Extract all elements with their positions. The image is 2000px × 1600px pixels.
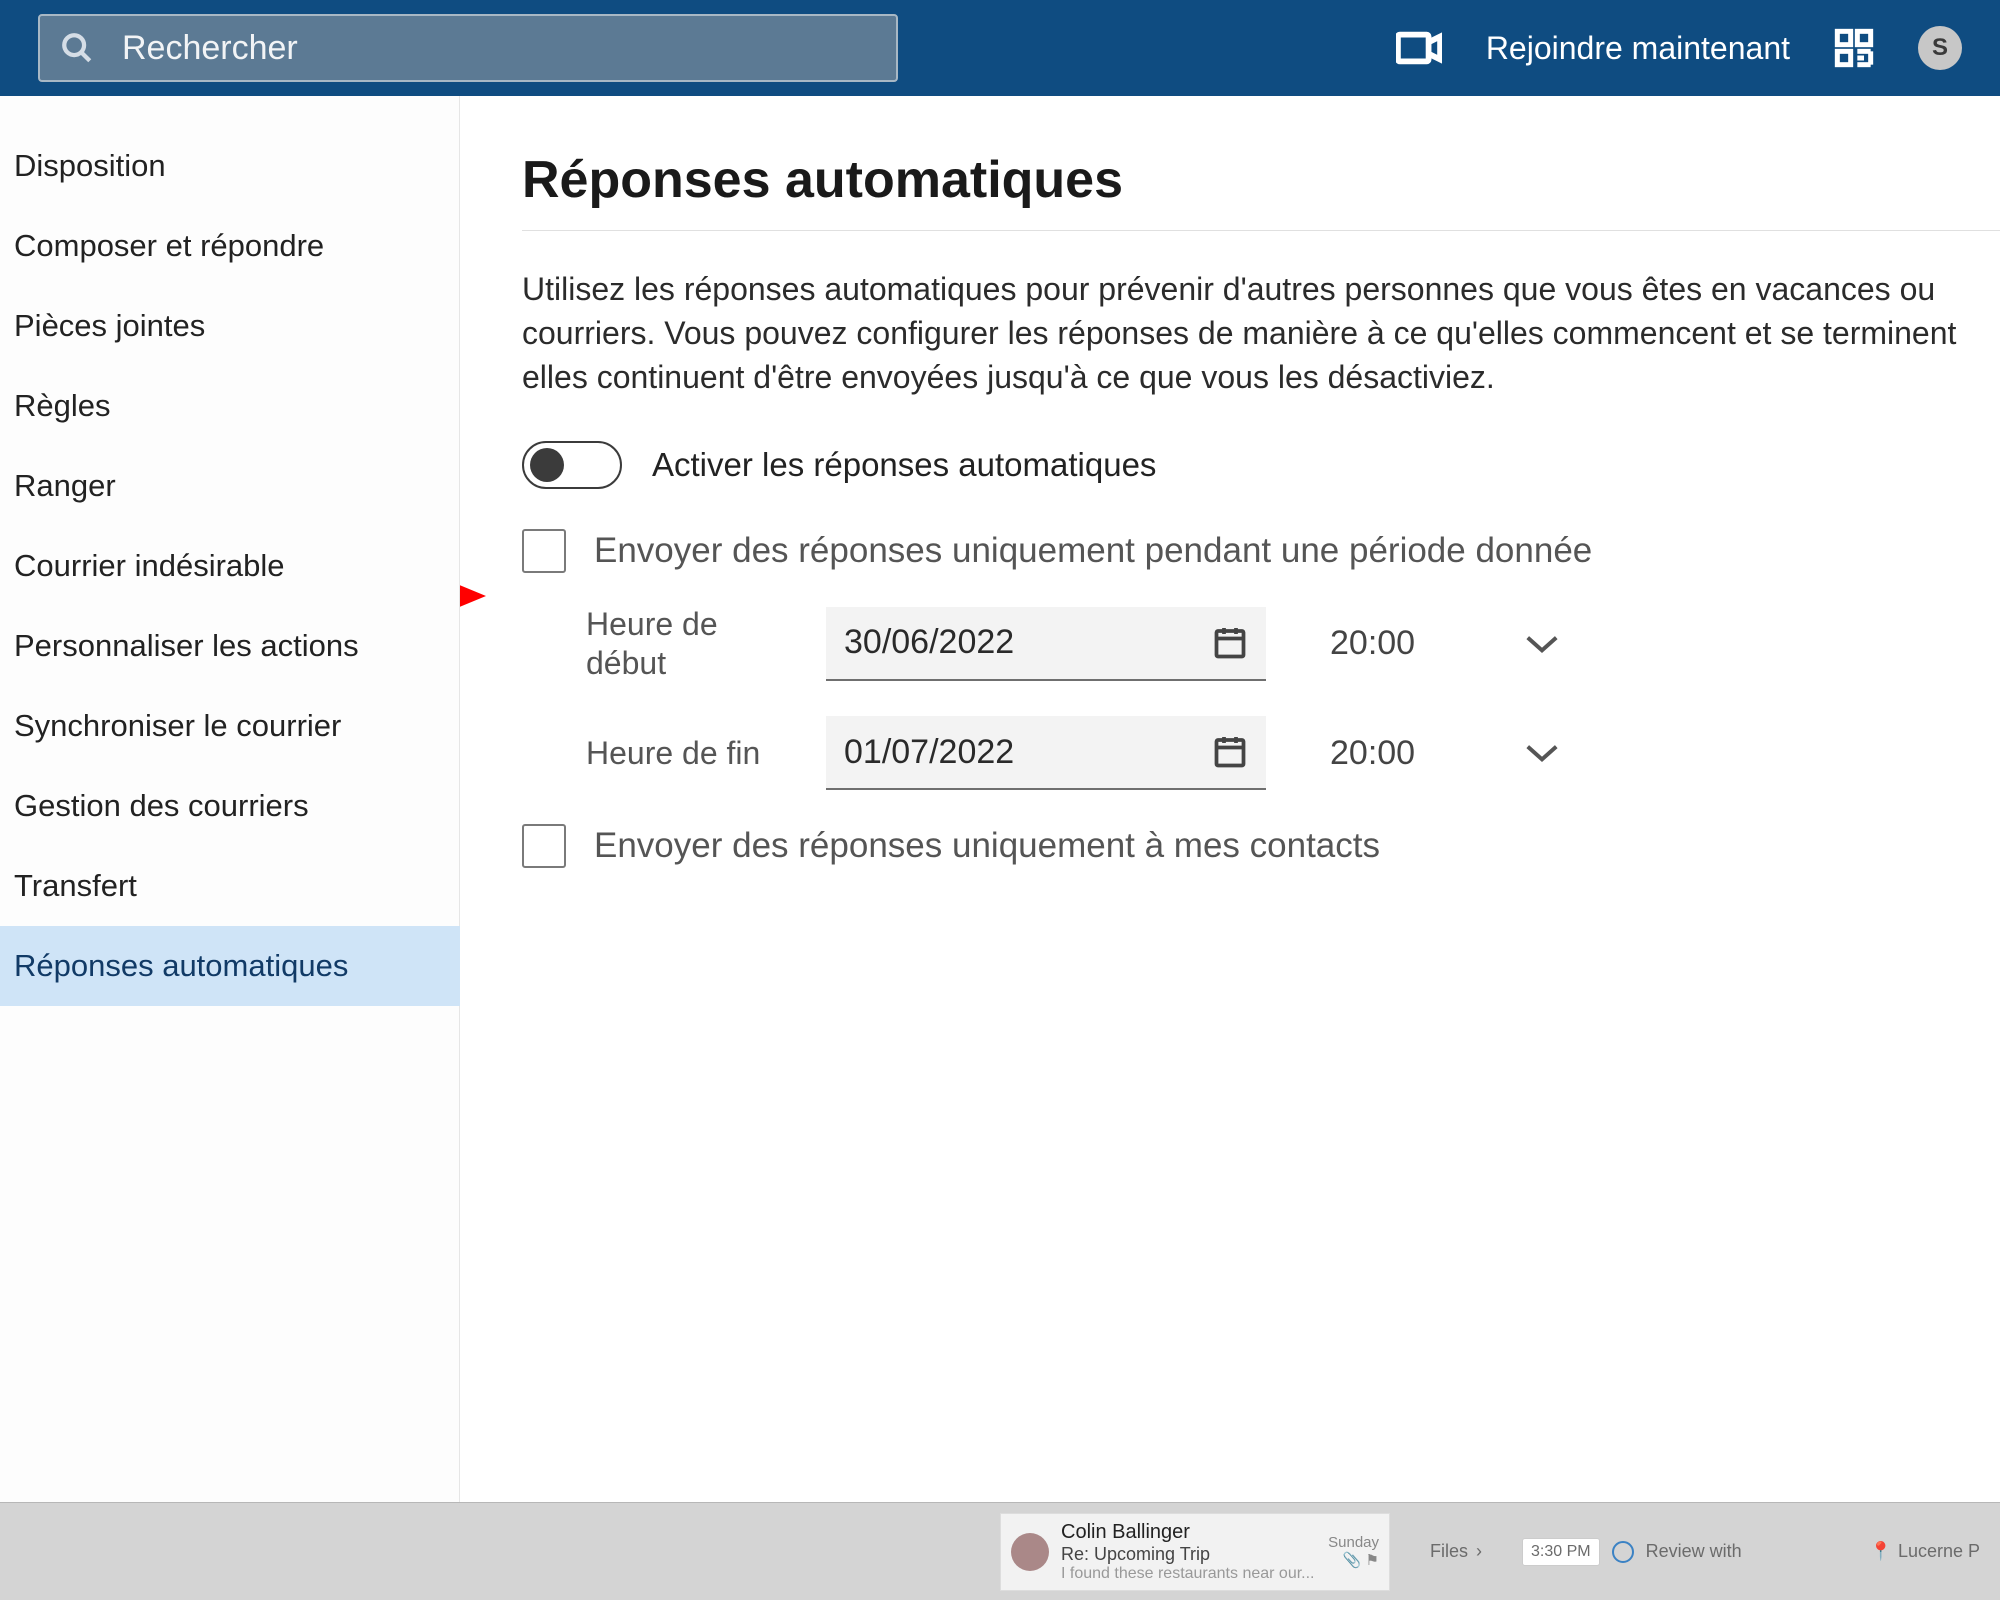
search-icon — [60, 31, 94, 65]
chevron-down-icon[interactable] — [1523, 632, 1561, 656]
period-checkbox[interactable] — [522, 529, 566, 573]
contacts-only-label: Envoyer des réponses uniquement à mes co… — [594, 826, 1380, 866]
page-description: Utilisez les réponses automatiques pour … — [522, 267, 2000, 399]
search-placeholder: Rechercher — [122, 29, 298, 68]
avatar[interactable]: S — [1918, 26, 1962, 70]
sidebar-item-attachments[interactable]: Pièces jointes — [0, 286, 460, 366]
sidebar-item-sync[interactable]: Synchroniser le courrier — [0, 686, 460, 766]
sidebar-item-compose[interactable]: Composer et répondre — [0, 206, 460, 286]
sidebar-item-forwarding[interactable]: Transfert — [0, 846, 460, 926]
sidebar-item-disposition[interactable]: Disposition — [0, 126, 460, 206]
header-actions: Rejoindre maintenant S — [1396, 26, 1962, 70]
enable-autoreply-toggle[interactable] — [522, 441, 622, 489]
calendar-chip[interactable]: 3:30 PM Review with — [1522, 1538, 1742, 1566]
settings-sidebar: Disposition Composer et répondre Pièces … — [0, 96, 460, 1502]
contacts-only-checkbox[interactable] — [522, 824, 566, 868]
start-date-input[interactable]: 30/06/2022 — [826, 607, 1266, 681]
end-time-value[interactable]: 20:00 — [1330, 734, 1415, 773]
end-date-input[interactable]: 01/07/2022 — [826, 716, 1266, 790]
chevron-down-icon[interactable] — [1523, 741, 1561, 765]
sender-name: Colin Ballinger — [1061, 1521, 1315, 1544]
main-panel: Réponses automatiques Utilisez les répon… — [460, 96, 2000, 1502]
files-chip[interactable]: Files› — [1430, 1541, 1482, 1562]
mail-subject: Re: Upcoming Trip — [1061, 1544, 1315, 1565]
tutorial-arrow-icon — [460, 566, 488, 626]
sidebar-item-customize[interactable]: Personnaliser les actions — [0, 606, 460, 686]
start-time-value[interactable]: 20:00 — [1330, 624, 1415, 663]
divider — [522, 230, 2000, 231]
sidebar-item-automatic-replies[interactable]: Réponses automatiques — [0, 926, 460, 1006]
search-input[interactable]: Rechercher — [38, 14, 898, 82]
avatar-letter: S — [1932, 34, 1948, 62]
mail-day: Sunday — [1328, 1534, 1379, 1551]
sidebar-item-rules[interactable]: Règles — [0, 366, 460, 446]
sender-avatar — [1011, 1533, 1049, 1571]
app-header: Rechercher Rejoindre maintenant S — [0, 0, 2000, 96]
mail-preview: I found these restaurants near our... — [1061, 1565, 1315, 1583]
start-time-label: Heure de début — [586, 605, 786, 682]
map-chip[interactable]: 📍Lucerne P — [1870, 1541, 2000, 1562]
end-time-label: Heure de fin — [586, 734, 786, 772]
sidebar-item-junk[interactable]: Courrier indésirable — [0, 526, 460, 606]
start-date-value: 30/06/2022 — [844, 623, 1014, 662]
join-now-link[interactable]: Rejoindre maintenant — [1486, 30, 1790, 67]
background-strip: Colin Ballinger Re: Upcoming Trip I foun… — [0, 1502, 2000, 1600]
sidebar-item-mail-handling[interactable]: Gestion des courriers — [0, 766, 460, 846]
enable-autoreply-label: Activer les réponses automatiques — [652, 446, 1156, 484]
sidebar-item-sweep[interactable]: Ranger — [0, 446, 460, 526]
end-date-value: 01/07/2022 — [844, 733, 1014, 772]
qr-icon[interactable] — [1834, 28, 1874, 68]
calendar-icon — [1212, 734, 1248, 770]
period-checkbox-label: Envoyer des réponses uniquement pendant … — [594, 531, 1592, 571]
mail-preview-card[interactable]: Colin Ballinger Re: Upcoming Trip I foun… — [1000, 1513, 1390, 1591]
calendar-icon — [1212, 625, 1248, 661]
camera-icon[interactable] — [1396, 31, 1442, 65]
page-title: Réponses automatiques — [522, 150, 2000, 210]
